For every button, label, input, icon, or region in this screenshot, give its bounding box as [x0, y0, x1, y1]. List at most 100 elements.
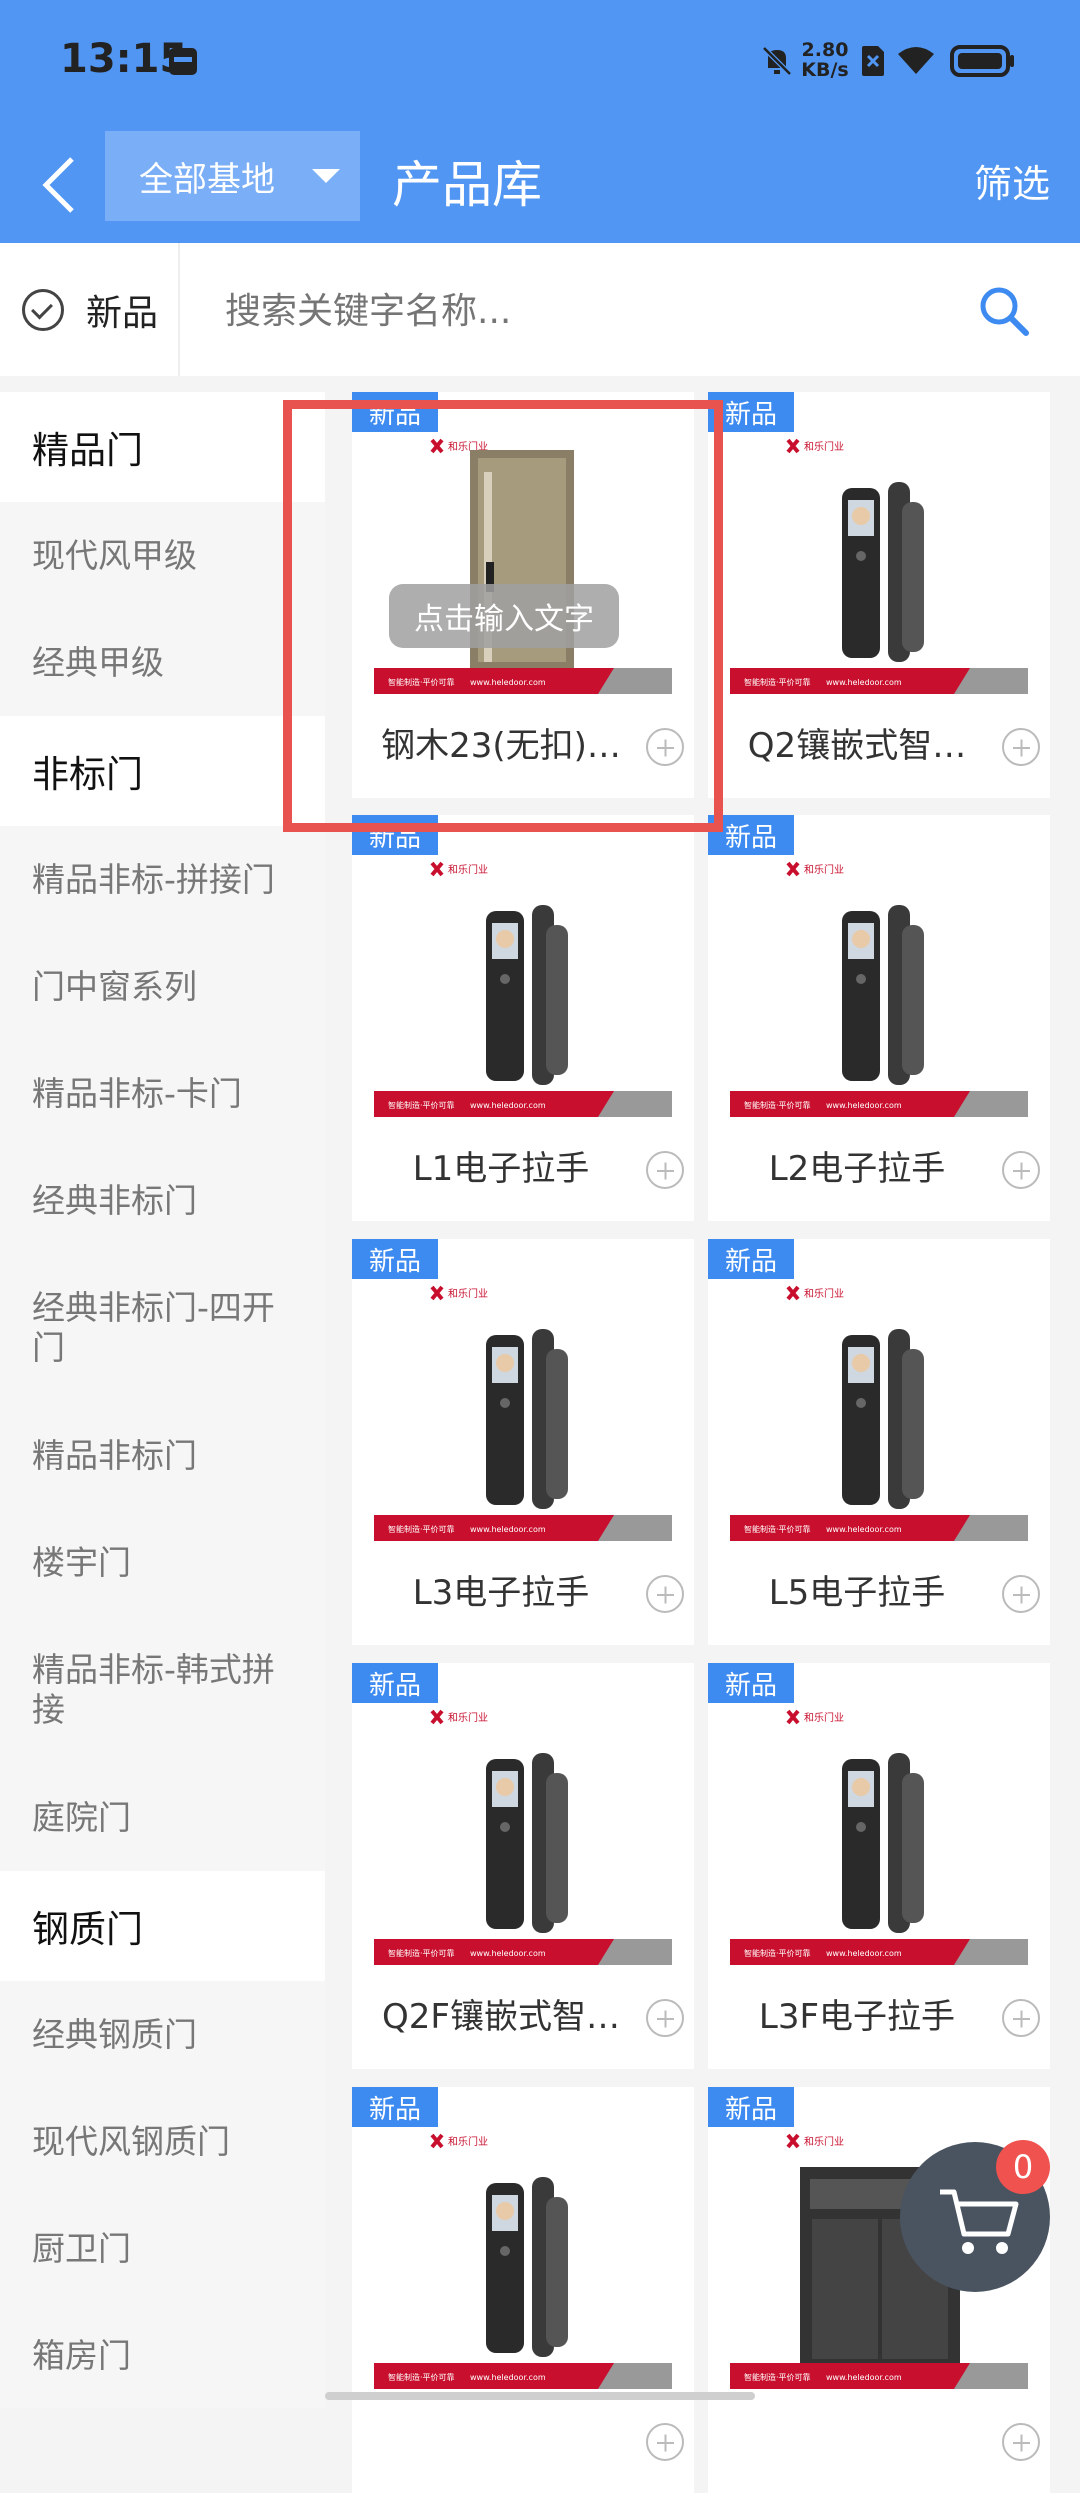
- sidebar-subcategory[interactable]: 经典甲级: [0, 609, 325, 716]
- product-card[interactable]: 和乐门业 智能制造·平价可靠 www.heledoor.com 新品 L3F电子拉手: [708, 1663, 1050, 2069]
- sidebar-subcategory[interactable]: 楼宇门: [0, 1509, 325, 1616]
- banner-url-text: www.heledoor.com: [470, 1949, 546, 1958]
- base-select-dropdown[interactable]: 全部基地: [105, 131, 360, 221]
- sidebar-subcategory[interactable]: 现代风钢质门: [0, 2088, 325, 2195]
- brand-text: 和乐门业: [804, 1287, 844, 1300]
- new-only-toggle[interactable]: 新品: [22, 243, 158, 376]
- wifi-icon: [898, 47, 934, 74]
- sidebar-category[interactable]: 精品门: [0, 392, 325, 502]
- new-badge: 新品: [708, 815, 794, 855]
- sidebar-category[interactable]: 钢质门: [0, 1871, 325, 1981]
- caret-down-icon: [312, 169, 340, 183]
- product-name: L1电子拉手: [412, 1149, 590, 1189]
- add-to-cart-icon[interactable]: [646, 728, 684, 766]
- product-image: 和乐门业智能制造·平价可靠 www.heledoor.com: [730, 432, 1028, 694]
- product-card[interactable]: 和乐门业 智能制造·平价可靠 www.heledoor.com 新品 L3电子拉手: [352, 1239, 694, 1645]
- add-to-cart-icon[interactable]: [646, 1151, 684, 1189]
- banner-left-text: 智能制造·平价可靠: [388, 677, 455, 687]
- new-badge: 新品: [352, 1663, 438, 1703]
- brand-logo: 和乐门业: [430, 2133, 488, 2149]
- add-to-cart-icon[interactable]: [646, 2423, 684, 2461]
- product-card[interactable]: 和乐门业智能制造·平价可靠 www.heledoor.com 新品 L1电子拉手: [352, 815, 694, 1221]
- product-image: 和乐门业智能制造·平价可靠 www.heledoor.com: [374, 855, 672, 1117]
- net-speed-value: 2.80: [801, 39, 849, 61]
- add-to-cart-icon[interactable]: [1002, 728, 1040, 766]
- product-card[interactable]: 和乐门业 智能制造·平价可靠 www.heledoor.com 新品 Q2F镶嵌式智…: [352, 1663, 694, 2069]
- add-to-cart-icon[interactable]: [1002, 1151, 1040, 1189]
- add-to-cart-icon[interactable]: [646, 1999, 684, 2037]
- product-name: L5电子拉手: [768, 1573, 946, 1613]
- text-input-tip[interactable]: 点击输入文字: [389, 584, 619, 648]
- sidebar-subcategory[interactable]: 经典非标门: [0, 1147, 325, 1254]
- filter-button[interactable]: 筛选: [974, 153, 1050, 208]
- product-image: 和乐门业 智能制造·平价可靠 www.heledoor.com: [730, 1703, 1028, 1965]
- banner-left-text: 智能制造·平价可靠: [388, 2372, 455, 2382]
- product-card[interactable]: 和乐门业 智能制造·平价可靠 www.heledoor.com 新品 L2电子拉手: [708, 815, 1050, 1221]
- product-image: 和乐门业 智能制造·平价可靠 www.heledoor.com: [730, 1279, 1028, 1541]
- add-to-cart-icon[interactable]: [1002, 1575, 1040, 1613]
- sidebar-category[interactable]: 非标门: [0, 716, 325, 826]
- banner-url-text: www.heledoor.com: [470, 2373, 546, 2382]
- calendar-icon: [169, 48, 197, 75]
- sidebar-subcategory[interactable]: 经典非标门-四开门: [0, 1254, 325, 1402]
- banner-left-text: 智能制造·平价可靠: [744, 2372, 811, 2382]
- brand-logo: 和乐门业: [430, 1709, 488, 1725]
- banner-url-text: www.heledoor.com: [470, 1101, 546, 1110]
- product-image: 和乐门业 智能制造·平价可靠 www.heledoor.com: [374, 1279, 672, 1541]
- new-only-label: 新品: [86, 292, 159, 334]
- add-to-cart-icon[interactable]: [1002, 2423, 1040, 2461]
- sim-off-icon: [862, 46, 884, 76]
- category-sidebar: 精品门 现代风甲级 经典甲级 非标门 精品非标-拼接门 门中窗系列 精品非标-卡门 经典非标门…: [0, 392, 325, 2408]
- brand-text: 和乐门业: [804, 440, 844, 453]
- sidebar-subcategory[interactable]: 现代风甲级: [0, 502, 325, 609]
- banner-left-text: 智能制造·平价可靠: [388, 1948, 455, 1958]
- back-arrow-icon[interactable]: [28, 145, 108, 225]
- new-badge: 新品: [352, 392, 438, 432]
- add-to-cart-icon[interactable]: [646, 1575, 684, 1613]
- check-circle-icon: [22, 288, 64, 331]
- search-input[interactable]: [225, 281, 945, 341]
- product-card[interactable]: 和乐门业 智能制造·平价可靠 www.heledoor.com 新品 Q2镶嵌式智…: [708, 392, 1050, 798]
- product-image: 和乐门业智能制造·平价可靠 www.heledoor.com: [374, 2127, 672, 2389]
- product-name: L3F电子拉手: [758, 1997, 956, 2037]
- banner-left-text: 智能制造·平价可靠: [744, 677, 811, 687]
- banner-url-text: www.heledoor.com: [826, 1525, 902, 1534]
- new-badge: 新品: [708, 2087, 794, 2127]
- brand-text: 和乐门业: [804, 2135, 844, 2148]
- product-image: 和乐门业 智能制造·平价可靠 www.heledoor.com: [730, 855, 1028, 1117]
- product-card[interactable]: 和乐门业智能制造·平价可靠 www.heledoor.com 新品: [352, 2087, 694, 2493]
- sidebar-subcategory[interactable]: 精品非标门: [0, 1402, 325, 1509]
- brand-logo: 和乐门业: [430, 861, 488, 877]
- product-card[interactable]: 和乐门业 智能制造·平价可靠 www.heledoor.com 新品 L5电子拉手: [708, 1239, 1050, 1645]
- base-select-label: 全部基地: [139, 159, 275, 200]
- sidebar-subcategory[interactable]: 精品非标-韩式拼接: [0, 1616, 325, 1764]
- new-badge: 新品: [708, 392, 794, 432]
- banner-url-text: www.heledoor.com: [826, 678, 902, 687]
- sidebar-subcategory[interactable]: 精品非标-卡门: [0, 1040, 325, 1147]
- brand-text: 和乐门业: [448, 1711, 488, 1724]
- banner-left-text: 智能制造·平价可靠: [388, 1100, 455, 1110]
- banner-left-text: 智能制造·平价可靠: [388, 1524, 455, 1534]
- brand-text: 和乐门业: [448, 863, 488, 876]
- product-image: 和乐门业智能制造·平价可靠 www.heledoor.com: [374, 1703, 672, 1965]
- sidebar-subcategory[interactable]: 箱房门: [0, 2302, 325, 2408]
- divider: [178, 243, 180, 376]
- brand-logo: 和乐门业: [786, 438, 844, 454]
- sidebar-subcategory[interactable]: 精品非标-拼接门: [0, 826, 325, 933]
- net-speed-unit: KB/s: [801, 59, 849, 81]
- new-badge: 新品: [352, 815, 438, 855]
- home-indicator[interactable]: [325, 2392, 755, 2400]
- search-icon[interactable]: [976, 283, 1032, 339]
- new-badge: 新品: [708, 1663, 794, 1703]
- brand-logo: 和乐门业: [786, 2133, 844, 2149]
- sidebar-subcategory[interactable]: 庭院门: [0, 1764, 325, 1871]
- status-bar: 13:15 2.80 KB/s: [0, 0, 1080, 125]
- new-badge: 新品: [352, 2087, 438, 2127]
- sidebar-subcategory[interactable]: 经典钢质门: [0, 1981, 325, 2088]
- sidebar-subcategory[interactable]: 厨卫门: [0, 2195, 325, 2302]
- sidebar-subcategory[interactable]: 门中窗系列: [0, 933, 325, 1040]
- add-to-cart-icon[interactable]: [1002, 1999, 1040, 2037]
- brand-logo: 和乐门业: [786, 1285, 844, 1301]
- mute-icon: [762, 46, 792, 76]
- banner-left-text: 智能制造·平价可靠: [744, 1948, 811, 1958]
